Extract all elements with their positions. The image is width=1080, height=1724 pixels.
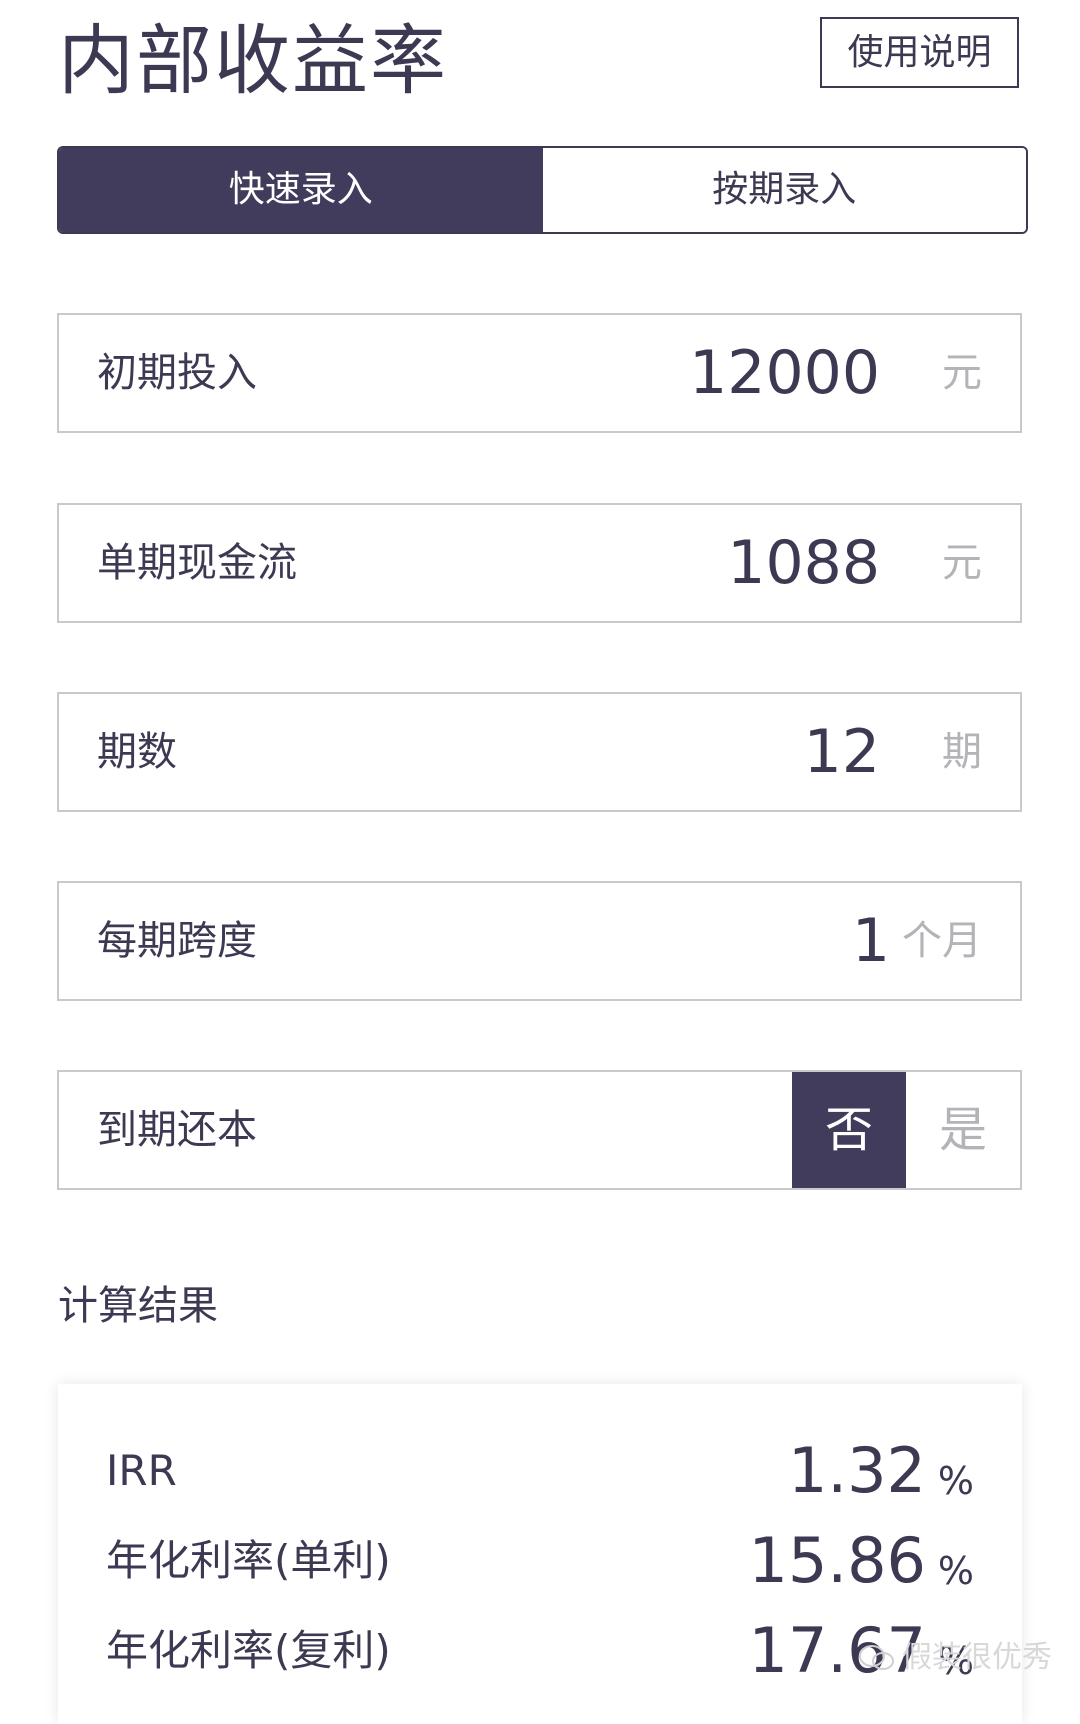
result-value: 15.86 xyxy=(748,1524,927,1597)
field-unit: 元 xyxy=(942,540,982,586)
field-label: 单期现金流 xyxy=(97,540,297,586)
cash-flow-input[interactable]: 1088 xyxy=(727,505,880,621)
field-label: 期数 xyxy=(97,729,177,775)
period-span-field[interactable]: 每期跨度 1 个月 xyxy=(57,881,1022,1001)
result-label: 年化利率(单利) xyxy=(106,1536,391,1585)
cash-flow-field[interactable]: 单期现金流 1088 元 xyxy=(57,503,1022,623)
periods-input[interactable]: 12 xyxy=(804,694,880,810)
result-value: 1.32 xyxy=(787,1434,926,1507)
initial-investment-input[interactable]: 12000 xyxy=(689,315,880,431)
result-label: 年化利率(复利) xyxy=(106,1626,391,1675)
repay-principal-field: 到期还本 否 是 xyxy=(57,1070,1022,1190)
field-unit: 个月 xyxy=(902,918,982,964)
wechat-icon xyxy=(859,1645,894,1670)
tab-quick-entry[interactable]: 快速录入 xyxy=(59,148,543,232)
field-label: 初期投入 xyxy=(97,350,257,396)
repay-no-option[interactable]: 否 xyxy=(792,1072,906,1188)
result-row-irr: IRR 1.32 % xyxy=(106,1426,974,1516)
result-row-compound-rate: 年化利率(复利) 17.67 % xyxy=(106,1606,974,1696)
tab-period-entry[interactable]: 按期录入 xyxy=(542,148,1026,232)
field-label: 到期还本 xyxy=(97,1107,257,1153)
watermark: 假装很优秀 xyxy=(858,1638,1052,1678)
result-label: IRR xyxy=(106,1446,177,1495)
initial-investment-field[interactable]: 初期投入 12000 元 xyxy=(57,313,1022,433)
repay-yes-option[interactable]: 是 xyxy=(906,1072,1020,1188)
page-title: 内部收益率 xyxy=(58,16,448,105)
periods-field[interactable]: 期数 12 期 xyxy=(57,692,1022,812)
watermark-text: 假装很优秀 xyxy=(902,1640,1052,1675)
field-unit: 元 xyxy=(942,350,982,396)
field-label: 每期跨度 xyxy=(97,918,257,964)
field-unit: 期 xyxy=(942,729,982,775)
result-unit: % xyxy=(937,1549,974,1593)
period-span-input[interactable]: 1 xyxy=(852,883,890,999)
help-button[interactable]: 使用说明 xyxy=(820,17,1019,88)
input-mode-tabs: 快速录入 按期录入 xyxy=(57,146,1028,234)
result-row-simple-rate: 年化利率(单利) 15.86 % xyxy=(106,1516,974,1606)
result-unit: % xyxy=(937,1459,974,1503)
results-section-title: 计算结果 xyxy=(58,1283,218,1329)
